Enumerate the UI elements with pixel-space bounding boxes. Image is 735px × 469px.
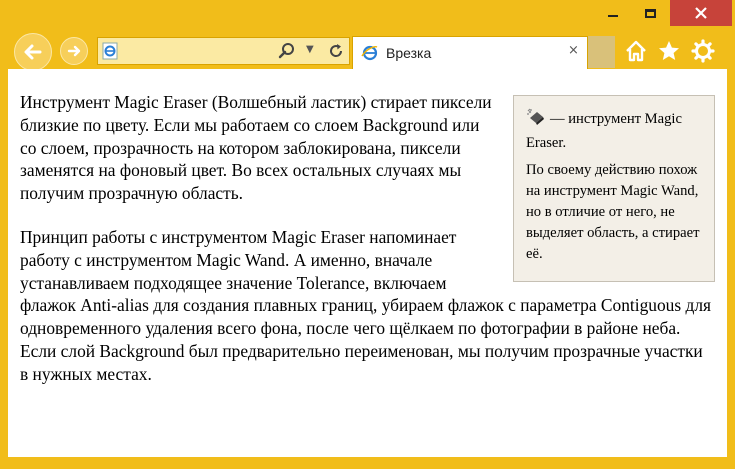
- magic-eraser-icon: [526, 108, 546, 133]
- address-bar[interactable]: ▼: [97, 37, 350, 65]
- home-button[interactable]: [622, 37, 650, 65]
- maximize-button[interactable]: [634, 0, 666, 26]
- forward-arrow-icon: [67, 45, 81, 57]
- favorites-button[interactable]: [655, 37, 683, 65]
- back-arrow-icon: [24, 44, 42, 60]
- ie-page-icon: [102, 42, 120, 65]
- page-content: — инструмент Magic Eraser. По своему дей…: [8, 69, 727, 457]
- close-icon: [695, 7, 707, 19]
- chevron-down-icon[interactable]: ▼: [306, 44, 314, 55]
- gear-icon: [691, 39, 715, 63]
- aside-line1: — инструмент Magic Eraser.: [526, 111, 682, 151]
- browser-window: ▼ Врезка × — инструмент Magic Eraser. По…: [0, 0, 735, 469]
- sidebar-box: — инструмент Magic Eraser. По своему дей…: [513, 95, 715, 282]
- tab-title: Врезка: [386, 45, 432, 61]
- settings-button[interactable]: [689, 37, 717, 65]
- minimize-button[interactable]: [599, 0, 627, 26]
- minimize-icon: [608, 15, 618, 17]
- back-button[interactable]: [14, 33, 52, 71]
- maximize-icon: [644, 8, 656, 18]
- new-tab-button[interactable]: [588, 36, 615, 68]
- ie-page-icon: [361, 44, 379, 67]
- home-icon: [626, 40, 646, 62]
- tab-vrezka[interactable]: Врезка ×: [352, 36, 588, 69]
- star-icon: [659, 41, 679, 60]
- search-icon[interactable]: [278, 42, 296, 65]
- forward-button[interactable]: [60, 37, 88, 65]
- refresh-icon[interactable]: [327, 42, 345, 65]
- aside-line2: По своему действию похож на инструмент M…: [526, 162, 700, 262]
- tab-close-button[interactable]: ×: [568, 43, 579, 58]
- close-button[interactable]: [670, 0, 732, 26]
